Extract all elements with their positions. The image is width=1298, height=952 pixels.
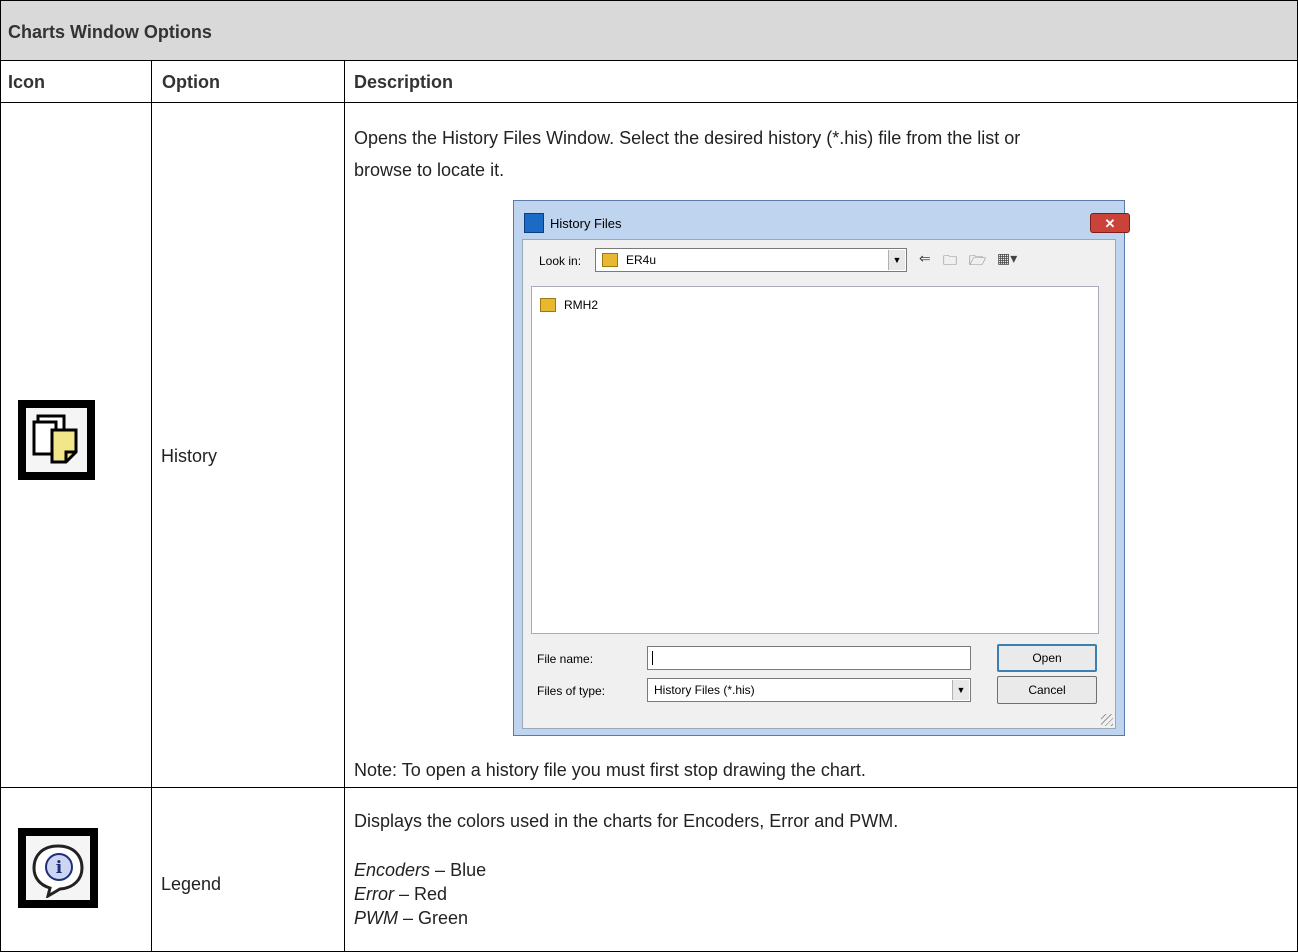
text-cursor — [652, 651, 653, 665]
up-folder-icon[interactable]: 🗀 — [943, 250, 957, 274]
legend-item-color: Red — [414, 884, 448, 904]
dialog-title-bar: History Files ✕ — [524, 211, 1130, 233]
dialog-client-area: Look in: ER4u ▼ ⇐ 🗀 🗁 ▦▾ RMH2 File name: — [522, 239, 1116, 729]
header-description: Description — [354, 72, 454, 92]
grid-line — [0, 0, 1298, 1]
option-legend: Legend — [161, 874, 222, 894]
open-button[interactable]: Open — [997, 644, 1097, 672]
chevron-down-icon[interactable]: ▼ — [888, 250, 905, 270]
file-name-label: File name: — [537, 652, 594, 666]
list-item: Error – Red — [354, 882, 486, 906]
history-icon — [18, 400, 95, 480]
folder-icon — [602, 253, 618, 267]
new-folder-icon[interactable]: 🗁 — [969, 250, 986, 274]
app-icon — [524, 213, 544, 233]
separator: – — [430, 860, 451, 880]
legend-item-name: PWM — [354, 908, 398, 928]
view-menu-icon[interactable]: ▦▾ — [997, 250, 1017, 267]
chevron-down-icon[interactable]: ▼ — [952, 680, 969, 700]
svg-text:i: i — [56, 858, 63, 878]
list-item: Encoders – Blue — [354, 858, 486, 882]
legend-item-color: Green — [418, 908, 469, 928]
file-list[interactable]: RMH2 — [531, 286, 1099, 634]
table-title: Charts Window Options — [8, 22, 212, 42]
files-of-type-label: Files of type: — [537, 684, 606, 698]
legend-item-name: Encoders — [354, 860, 431, 880]
option-history: History — [161, 446, 218, 466]
file-name-input[interactable] — [647, 646, 971, 670]
look-in-combobox[interactable]: ER4u ▼ — [595, 248, 907, 272]
back-arrow-icon[interactable]: ⇐ — [919, 250, 931, 267]
legend-item-name: Error — [354, 884, 394, 904]
files-of-type-value: History Files (*.his) — [654, 683, 755, 697]
legend-info-icon: i — [18, 828, 98, 908]
legend-description: Displays the colors used in the charts f… — [354, 811, 899, 831]
legend-list: Encoders – Blue Error – Red PWM – Green — [354, 858, 486, 930]
close-button[interactable]: ✕ — [1090, 213, 1130, 233]
charts-window-options-table: Charts Window Options Icon Option Descri… — [0, 0, 1298, 952]
resize-grip[interactable] — [1101, 714, 1113, 726]
history-files-dialog: History Files ✕ Look in: ER4u ▼ ⇐ 🗀 🗁 ▦▾… — [513, 200, 1130, 736]
header-option: Option — [162, 72, 220, 92]
file-name: RMH2 — [564, 298, 599, 312]
history-note: Note: To open a history file you must fi… — [354, 760, 866, 780]
table-title-row: Charts Window Options — [0, 0, 1298, 60]
history-description-line1: Opens the History Files Window. Select t… — [354, 128, 1021, 148]
history-description-line2: browse to locate it. — [354, 160, 505, 180]
files-of-type-combobox[interactable]: History Files (*.his) ▼ — [647, 678, 971, 702]
separator: – — [398, 908, 419, 928]
separator: – — [394, 884, 415, 904]
look-in-label: Look in: — [539, 254, 582, 268]
cancel-button[interactable]: Cancel — [997, 676, 1097, 704]
legend-item-color: Blue — [450, 860, 487, 880]
header-icon: Icon — [8, 72, 46, 92]
look-in-value: ER4u — [626, 253, 657, 267]
grid-line — [0, 60, 1298, 61]
list-item: PWM – Green — [354, 906, 486, 930]
folder-icon — [540, 298, 556, 312]
dialog-title: History Files — [550, 216, 622, 231]
